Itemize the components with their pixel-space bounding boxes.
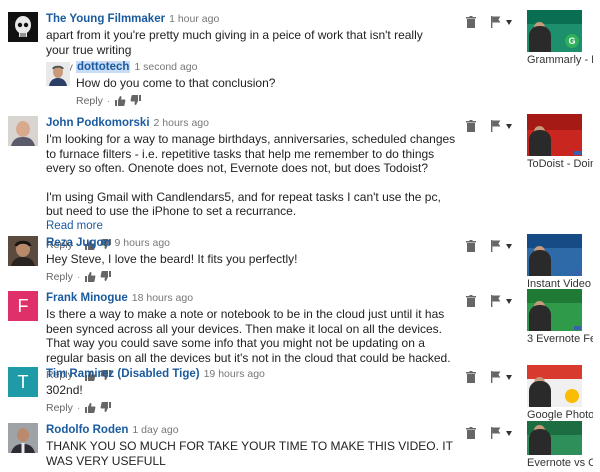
skull-icon (8, 12, 38, 42)
comment-actions: Reply · (46, 402, 446, 414)
comment-actions: Reply · (76, 95, 476, 107)
user-photo-icon (46, 62, 70, 86)
video-thumbnail[interactable] (527, 365, 582, 407)
comment-author[interactable]: John Podkomorski (46, 117, 150, 129)
avatar-letter: F (17, 295, 29, 316)
comment-time[interactable]: 1 day ago (132, 424, 178, 436)
video-card[interactable]: Instant Video E... (527, 234, 593, 290)
video-title[interactable]: 3 Evernote Feat... (527, 333, 593, 345)
video-title[interactable]: Google Photos ... (527, 409, 593, 421)
comment-author[interactable]: Frank Minogue (46, 292, 128, 304)
trash-icon[interactable] (466, 427, 476, 439)
flag-icon[interactable] (490, 427, 502, 439)
video-title[interactable]: Evernote vs On... (527, 457, 593, 469)
thumbs-up-icon[interactable] (84, 271, 96, 282)
thumbs-down-icon[interactable] (100, 402, 112, 413)
trash-icon[interactable] (466, 240, 476, 252)
thumbs-down-icon[interactable] (100, 271, 112, 282)
caret-down-icon[interactable] (506, 124, 512, 129)
separator-dot: · (106, 94, 111, 107)
user-photo-icon (8, 236, 38, 266)
comment-text: Is there a way to make a note or noteboo… (46, 307, 451, 365)
flag-icon[interactable] (490, 16, 502, 28)
video-title[interactable]: Grammarly - M... (527, 54, 593, 66)
avatar[interactable] (8, 12, 38, 42)
caret-down-icon[interactable] (506, 20, 512, 25)
flag-icon[interactable] (490, 120, 502, 132)
video-card[interactable]: 3 Evernote Feat... (527, 289, 593, 345)
comment-author[interactable]: Tim Ramirez (Disabled Tige) (46, 368, 200, 380)
video-title[interactable]: ToDoist - Doing... (527, 158, 593, 170)
avatar[interactable]: T (8, 367, 38, 397)
avatar[interactable] (46, 62, 70, 86)
read-more-link[interactable]: Read more (46, 219, 456, 233)
trash-icon[interactable] (466, 16, 476, 28)
comment-time[interactable]: 1 second ago (134, 61, 197, 73)
avatar[interactable] (8, 236, 38, 266)
video-thumbnail[interactable] (527, 421, 582, 455)
thumbs-up-icon[interactable] (114, 95, 126, 106)
comment-author[interactable]: Reza Jugon (46, 237, 111, 249)
flag-icon[interactable] (490, 295, 502, 307)
reply-button[interactable]: Reply (46, 271, 73, 283)
caret-down-icon[interactable] (506, 299, 512, 304)
video-card[interactable]: ToDoist - Doing... (527, 114, 593, 170)
flag-icon[interactable] (490, 240, 502, 252)
comment-text: THANK YOU SO MUCH FOR TAKE YOUR TIME TO … (46, 439, 453, 468)
avatar[interactable] (8, 116, 38, 146)
comment-author[interactable]: dottotech (76, 61, 131, 73)
video-card[interactable]: Evernote vs On... (527, 421, 593, 469)
comment-text: apart from it you're pretty much giving … (46, 28, 423, 57)
separator-dot: · (76, 401, 81, 414)
avatar[interactable] (8, 423, 38, 453)
grammarly-logo-icon: G (565, 34, 579, 48)
reply-button[interactable]: Reply (76, 95, 103, 107)
comment-time[interactable]: 1 hour ago (169, 13, 219, 25)
comment-actions: Reply · (46, 271, 446, 283)
google-photos-logo-icon (565, 389, 579, 403)
trash-icon[interactable] (466, 371, 476, 383)
thumbs-down-icon[interactable] (130, 95, 142, 106)
comment-text: 302nd! (46, 383, 83, 397)
user-photo-icon (8, 116, 38, 146)
avatar[interactable]: F (8, 291, 38, 321)
video-thumbnail[interactable]: G (527, 10, 582, 52)
video-thumbnail[interactable] (527, 114, 582, 156)
thumbs-up-icon[interactable] (84, 402, 96, 413)
video-thumbnail[interactable] (527, 234, 582, 276)
avatar-letter: T (17, 371, 29, 392)
video-card[interactable]: G Grammarly - M... (527, 10, 593, 66)
caret-down-icon[interactable] (506, 375, 512, 380)
caret-down-icon[interactable] (506, 244, 512, 249)
comment-time[interactable]: 2 hours ago (154, 117, 209, 129)
video-thumbnail[interactable] (527, 289, 582, 331)
comment-author[interactable]: The Young Filmmaker (46, 13, 165, 25)
comment-text: Hey Steve, I love the beard! It fits you… (46, 252, 298, 266)
trash-icon[interactable] (466, 120, 476, 132)
trash-icon[interactable] (466, 295, 476, 307)
flag-icon[interactable] (490, 371, 502, 383)
comment-time[interactable]: 19 hours ago (204, 368, 265, 380)
comment-text: How do you come to that conclusion? (76, 76, 276, 90)
separator-dot: · (76, 270, 81, 283)
comment-time[interactable]: 9 hours ago (115, 237, 170, 249)
caret-down-icon[interactable] (506, 431, 512, 436)
comment-text: I'm looking for a way to manage birthday… (46, 132, 456, 218)
reply-button[interactable]: Reply (46, 402, 73, 414)
user-photo-icon (8, 423, 38, 453)
video-card[interactable]: Google Photos ... (527, 365, 593, 421)
comment-author[interactable]: Rodolfo Roden (46, 424, 128, 436)
comment-time[interactable]: 18 hours ago (132, 292, 193, 304)
